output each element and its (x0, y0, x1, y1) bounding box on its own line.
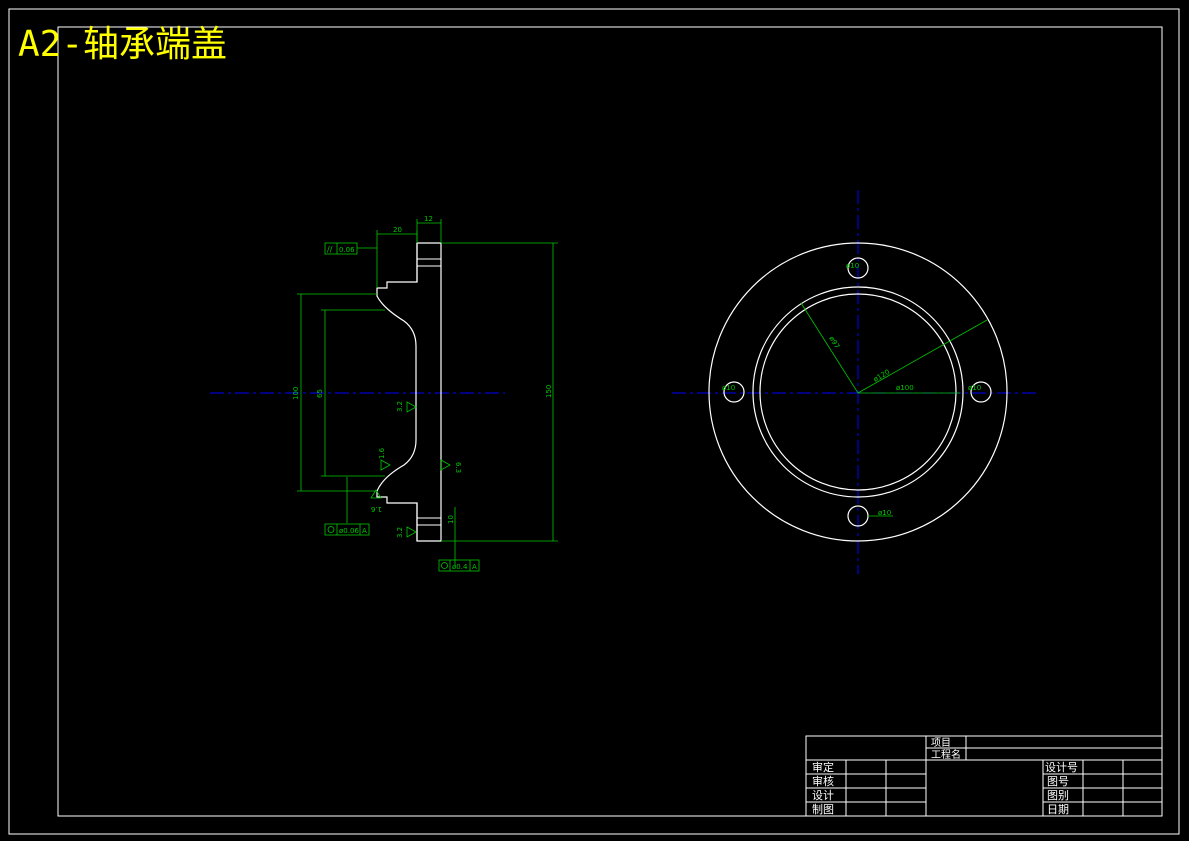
position-datum: A (472, 563, 477, 571)
roughness-value-5: 3.2 (396, 527, 404, 538)
section-dimensions (297, 219, 558, 565)
front-view: ø10 ø10 ø10 ø10 ø97 ø120 ø100 (672, 190, 1040, 574)
tb-right-label-2: 图号 (1047, 775, 1069, 788)
title-block[interactable]: 项目 工程名 审定 审核 设计 制图 设计号 图号 图别 日期 (805, 735, 1163, 817)
position-value: ø0.4 (452, 563, 468, 571)
runout-tolerance-frame: ø0.06 A (324, 523, 370, 536)
roughness-icon (380, 459, 391, 471)
inner-border (57, 26, 1163, 817)
front-dimensions (800, 302, 988, 517)
dim-150: 150 (545, 385, 553, 398)
dim-100: 100 (292, 387, 300, 400)
roughness-icon (440, 459, 451, 471)
position-icon (441, 562, 448, 569)
section-view: // 0.06 ø0.06 A ø0.4 A 3.2 1.6 6.3 1.6 3… (210, 215, 558, 572)
dim-bolt-circle: ø120 (872, 368, 891, 384)
parallel-tolerance-frame: // 0.06 (324, 242, 377, 255)
concentricity-icon (327, 526, 335, 533)
tb-left-label-4: 制图 (812, 803, 834, 816)
dim-top-12: 12 (424, 215, 433, 223)
dim-65: 65 (316, 389, 324, 398)
roughness-value-3: 6.3 (454, 462, 462, 473)
tb-left-label-2: 审核 (812, 774, 834, 788)
tb-left-label-1: 审定 (812, 760, 834, 774)
tb-project-label: 项目 (931, 737, 951, 749)
drawing-title: A2-轴承端盖 (18, 24, 227, 65)
position-tolerance-frame: ø0.4 A (438, 559, 480, 572)
drawing-sheet: A2-轴承端盖 // 0.06 ø0.06 A ø0.4 A 3.2 1.6 6… (8, 8, 1180, 835)
parallel-value: 0.06 (339, 246, 355, 254)
parallel-symbol-icon: // (327, 245, 333, 254)
roughness-value-4: 1.6 (370, 505, 382, 513)
tb-left-label-3: 设计 (812, 789, 834, 802)
section-outline (376, 242, 442, 542)
tb-right-label-4: 日期 (1047, 803, 1069, 816)
dim-dia-100: ø100 (896, 384, 914, 392)
dim-side-10: 10 (447, 515, 455, 524)
roughness-icon (406, 401, 417, 413)
dim-hole-top: ø10 (846, 262, 859, 270)
tb-right-label-3: 图别 (1047, 789, 1069, 802)
runout-value: ø0.06 (339, 527, 359, 535)
roughness-symbols (370, 401, 451, 538)
roughness-value-1: 3.2 (396, 401, 404, 412)
dim-hole-left: ø10 (722, 384, 735, 392)
roughness-icon (406, 526, 417, 538)
tb-right-label-1: 设计号 (1045, 761, 1078, 774)
roughness-value-2: 1.6 (378, 447, 386, 459)
dim-top-20: 20 (393, 226, 402, 234)
dim-hole-bottom: ø10 (878, 509, 891, 517)
runout-datum: A (362, 527, 367, 535)
tb-project-name-label: 工程名 (931, 748, 961, 761)
dim-hole-right: ø10 (968, 384, 981, 392)
